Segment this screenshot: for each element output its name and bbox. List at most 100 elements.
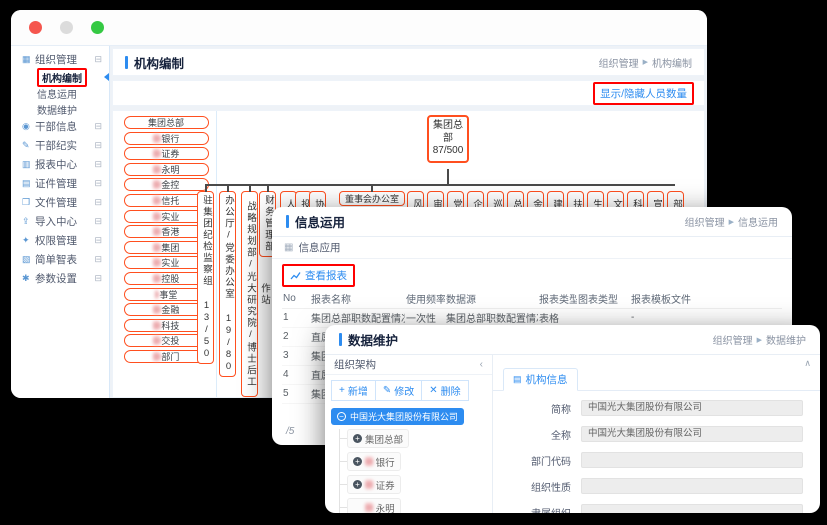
collapse-toggle-icon[interactable]: ⊟ bbox=[94, 140, 102, 151]
sidebar-item[interactable]: ▥ 报表中心 ⊟ bbox=[11, 155, 109, 174]
org-tag[interactable]: ■■ 科技 bbox=[124, 319, 209, 332]
tree-node[interactable]: + 集团总部 bbox=[340, 429, 492, 448]
org-tag[interactable]: ■■ 证券 bbox=[124, 147, 209, 160]
collapse-toggle-icon[interactable]: ⊟ bbox=[94, 178, 102, 189]
org-tag[interactable]: ■ 事堂 bbox=[124, 288, 209, 301]
sidebar-item[interactable]: ▦ 组织管理 ⊟ bbox=[11, 50, 109, 69]
redacted-text: ■■ bbox=[153, 227, 161, 236]
tree-action-button[interactable]: ✎ 修改 bbox=[375, 380, 422, 401]
sidebar-item-label: 干部纪实 bbox=[35, 138, 94, 153]
org-tag-label: 永明 bbox=[161, 163, 179, 176]
collapse-toggle-icon[interactable]: ⊟ bbox=[94, 273, 102, 284]
breadcrumb-parent[interactable]: 组织管理 bbox=[685, 214, 725, 229]
sidebar-item[interactable]: ✦ 权限管理 ⊟ bbox=[11, 231, 109, 250]
collapse-toggle-icon[interactable]: ⊟ bbox=[94, 121, 102, 132]
form-field[interactable] bbox=[581, 478, 803, 494]
expand-node-icon[interactable]: + bbox=[353, 434, 362, 443]
tree-action-button[interactable]: ✕ 删除 bbox=[421, 380, 468, 401]
tab-org-info[interactable]: ▤ 机构信息 bbox=[503, 368, 578, 391]
collapse-toggle-icon[interactable]: ⊟ bbox=[94, 235, 102, 246]
org-tag[interactable]: ■■ 永明 bbox=[124, 163, 209, 176]
redacted-text: ■■ bbox=[153, 196, 161, 205]
form-field[interactable]: 中国光大集团股份有限公司 bbox=[581, 400, 803, 416]
org-node-count: 13/50 bbox=[197, 300, 212, 360]
org-node-label: 办公厅/党委办公室 bbox=[223, 195, 234, 300]
selected-marker-icon bbox=[104, 73, 109, 81]
org-tag-label: 证券 bbox=[161, 147, 179, 160]
form-field[interactable]: 中国光大集团股份有限公司 bbox=[581, 426, 803, 442]
minimize-button[interactable] bbox=[60, 21, 73, 34]
redacted-text: ■■ bbox=[153, 352, 161, 361]
collapse-toggle-icon[interactable]: ⊟ bbox=[94, 254, 102, 265]
maximize-button[interactable] bbox=[91, 21, 104, 34]
collapse-toggle-icon[interactable]: ⊟ bbox=[94, 216, 102, 227]
tree-connector bbox=[340, 438, 347, 439]
form-row: 部门代码 bbox=[507, 452, 820, 468]
org-node[interactable]: 董事会办公室 bbox=[339, 191, 405, 206]
tree-node[interactable]: + ■■ 永明 bbox=[340, 498, 492, 513]
org-tag[interactable]: ■■ 控股 bbox=[124, 272, 209, 285]
org-tag[interactable]: ■■ 香港 bbox=[124, 225, 209, 238]
org-tag[interactable]: ■■ 实业 bbox=[124, 210, 209, 223]
breadcrumb-parent[interactable]: 组织管理 bbox=[713, 332, 753, 347]
view-report-button[interactable]: 查看报表 bbox=[282, 264, 355, 287]
org-tag[interactable]: ■■ 金控 bbox=[124, 178, 209, 191]
sidebar-item[interactable]: 机构编制 bbox=[11, 69, 109, 85]
sidebar: ▦ 组织管理 ⊟ 机构编制 信息运用 bbox=[11, 46, 110, 398]
page-title-text: 机构编制 bbox=[134, 53, 184, 72]
org-tag[interactable]: ■■ 交投 bbox=[124, 334, 209, 347]
sidebar-item[interactable]: ❒ 文件管理 ⊟ bbox=[11, 193, 109, 212]
org-tag[interactable]: ■■ 信托 bbox=[124, 194, 209, 207]
org-tag[interactable]: ■■ 集团 bbox=[124, 241, 209, 254]
org-tag[interactable]: ■■ 部门 bbox=[124, 350, 209, 363]
org-tag-label: 银行 bbox=[161, 132, 179, 145]
form-field[interactable] bbox=[581, 504, 803, 513]
org-node[interactable]: 战略规划部/光大研究院/博士后工作站 bbox=[241, 191, 258, 397]
redacted-text: ■■ bbox=[153, 149, 161, 158]
sidebar-item[interactable]: ▤ 证件管理 ⊟ bbox=[11, 174, 109, 193]
sidebar-item-label: 数据维护 bbox=[37, 102, 102, 117]
close-button[interactable] bbox=[29, 21, 42, 34]
tree-node[interactable]: + ■■ 证券 bbox=[340, 475, 492, 494]
org-tag[interactable]: ■■ 实业 bbox=[124, 256, 209, 269]
sidebar-item[interactable]: ✎ 干部纪实 ⊟ bbox=[11, 136, 109, 155]
toggle-personnel-count-link[interactable]: 显示/隐藏人员数量 bbox=[593, 82, 694, 105]
pagination[interactable]: /5 bbox=[286, 426, 294, 437]
org-node[interactable]: 办公厅/党委办公室 19/80 bbox=[219, 191, 236, 377]
redacted-text: ■■ bbox=[153, 305, 161, 314]
org-node[interactable]: 驻集团纪检监察组 13/50 bbox=[197, 191, 214, 364]
breadcrumb-parent[interactable]: 组织管理 bbox=[599, 55, 639, 70]
collapse-node-icon[interactable]: − bbox=[337, 412, 346, 421]
collapse-up-icon[interactable]: ∧ bbox=[804, 358, 811, 369]
sidebar-item-icon: ⇪ bbox=[22, 216, 35, 227]
tree-root-node[interactable]: − 中国光大集团股份有限公司 bbox=[331, 408, 464, 425]
expand-node-icon[interactable]: + bbox=[353, 480, 362, 489]
org-tag[interactable]: ■■ 金融 bbox=[124, 303, 209, 316]
org-tag[interactable]: 集团总部 bbox=[124, 116, 209, 129]
sidebar-item-icon: ◉ bbox=[22, 121, 35, 132]
sidebar-item[interactable]: ⇪ 导入中心 ⊟ bbox=[11, 212, 109, 231]
title-accent-bar bbox=[125, 56, 128, 69]
column-header: No bbox=[282, 290, 310, 308]
button-label: 删除 bbox=[441, 383, 461, 398]
sidebar-item[interactable]: ◉ 干部信息 ⊟ bbox=[11, 117, 109, 136]
org-tag-label: 金融 bbox=[161, 303, 179, 316]
collapse-toggle-icon[interactable]: ⊟ bbox=[94, 54, 102, 65]
sidebar-item[interactable]: 数据维护 bbox=[11, 101, 109, 117]
sidebar-item[interactable]: ✱ 参数设置 ⊟ bbox=[11, 269, 109, 288]
sidebar-item[interactable]: 信息运用 bbox=[11, 85, 109, 101]
org-root-node[interactable]: 集团总部 87/500 bbox=[427, 115, 469, 163]
tree-node[interactable]: + ■■ 银行 bbox=[340, 452, 492, 471]
redacted-text: ■■ bbox=[365, 457, 373, 466]
form-field[interactable] bbox=[581, 452, 803, 468]
collapse-toggle-icon[interactable]: ⊟ bbox=[94, 197, 102, 208]
collapse-left-icon[interactable]: ‹ bbox=[480, 359, 483, 370]
sidebar-item-icon: ✦ bbox=[22, 235, 35, 246]
org-tree-panel: 组织架构 ‹ + 新增 ✎ 修改 ✕ 删除 bbox=[325, 355, 493, 513]
expand-node-icon[interactable]: + bbox=[353, 457, 362, 466]
tree-action-button[interactable]: + 新增 bbox=[331, 380, 376, 401]
button-icon: ✕ bbox=[429, 385, 437, 396]
org-tag[interactable]: ■■ 银行 bbox=[124, 132, 209, 145]
sidebar-item[interactable]: ▧ 简单智表 ⊟ bbox=[11, 250, 109, 269]
collapse-toggle-icon[interactable]: ⊟ bbox=[94, 159, 102, 170]
